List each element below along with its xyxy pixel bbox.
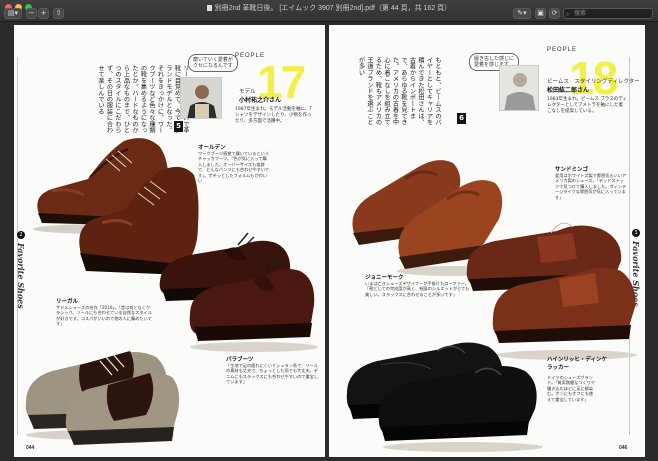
caption-title-2: リーガル <box>56 299 79 305</box>
search-input[interactable]: ⌕ 搜索 <box>563 8 653 19</box>
shoe-paraboot-burgundy <box>184 245 318 353</box>
caption-text-2: いまは亡きシューズデザイナーが手掛けたローファー。「靴としての完成度が高く、細身… <box>365 281 470 297</box>
pen-icon: ✎▾ <box>517 9 527 17</box>
person-name: 小村祐之介さん <box>239 97 282 104</box>
shoe-saddle-grey-2 <box>62 349 184 453</box>
window-titlebar: ▤▾ − + ⇧ 別冊2nd 革靴日後。 [エイムック 3907 別冊2nd].… <box>0 0 658 22</box>
speech-bubble: 磨いていく愛着が クセになるんです <box>188 54 238 72</box>
side-script: Favorite Shoes <box>16 243 26 309</box>
lock-icon: ▣ <box>537 9 544 17</box>
caption-title-3: ハインリッヒ・ディンケラッカー <box>547 357 608 371</box>
left-page: リーガルのシューズで革靴に目覚めて、今ではグランドモデルとなった。それをきっかけ… <box>14 25 325 457</box>
section-mark: 2 <box>17 231 25 239</box>
caption-text-2: サドルシューズの名作「2016」。「昔は何となくクラシック。ソールにも合わせてい… <box>56 305 152 327</box>
shoe-kiltie-brogue-2 <box>487 243 639 361</box>
right-body-text: もともと、ビームスのバイヤーとしてキャリアを積んできた松田さんは、古着からインポ… <box>357 57 442 126</box>
page-number: 044 <box>26 445 35 451</box>
search-icon: ⌕ <box>566 11 570 18</box>
right-page: もともと、ビームスのバイヤーとしてキャリアを積んできた松田さんは、古着からインポ… <box>329 25 645 457</box>
shoe-derby-black-2 <box>373 353 543 453</box>
markup-button[interactable]: ✎▾ <box>513 8 531 19</box>
rotate-icon: ⟳ <box>551 9 558 17</box>
document-viewer[interactable]: リーガルのシューズで革靴に目覚めて、今ではグランドモデルとなった。それをきっかけ… <box>0 22 658 461</box>
person-description: 1983年生まれ。ビームス プラスのディレクターとしてアメトラを軸にした着こなし… <box>547 97 627 114</box>
person-photo-icon <box>500 66 538 110</box>
page-number: 046 <box>619 445 628 451</box>
lock-button[interactable]: ▣ <box>535 8 546 19</box>
person-role: モデル <box>239 89 256 95</box>
rotate-button[interactable]: ⟳ <box>549 8 560 19</box>
caption-title-1: サンドミンゴ <box>555 167 589 173</box>
caption-text-1: ワークブーツ感覚で履いているというチャッカブーツ。「色が気に入って購入しました。… <box>198 151 270 184</box>
person-name: 松田紘二郎さん <box>547 87 590 94</box>
person-portrait <box>499 65 539 111</box>
caption-text-1: 愛用はホワイトズ製で雰囲気もいいアメリカ製のシューズ。「デッドストックで見つけて… <box>555 173 627 200</box>
caption-title-2: ジョニーモーク <box>365 275 404 281</box>
caption-title-1: オールデン <box>198 145 226 151</box>
person-description: 1987年生まれ。モデル活動を軸に、Tシャツをデザインしたり、小物を作ったり、多… <box>235 107 313 124</box>
person-photo-icon <box>181 78 221 118</box>
document-icon <box>206 5 212 11</box>
caption-title-3: パラブーツ <box>226 357 254 363</box>
person-role: ビームス スタイリングディレクター <box>547 79 640 85</box>
caption-text-3: 「生地で足の疲れにくいミシュラン系で、ソールの素材も丈夫で、ちょっとした雨でも大… <box>226 363 319 385</box>
section-mark: 3 <box>632 229 640 237</box>
number-badge: 6 <box>457 113 466 124</box>
caption-text-3: ドイツのシューズブランド。「質実剛健なつくりで履き込むほどに足に馴染む。オンにも… <box>547 375 596 402</box>
person-portrait <box>180 77 222 119</box>
